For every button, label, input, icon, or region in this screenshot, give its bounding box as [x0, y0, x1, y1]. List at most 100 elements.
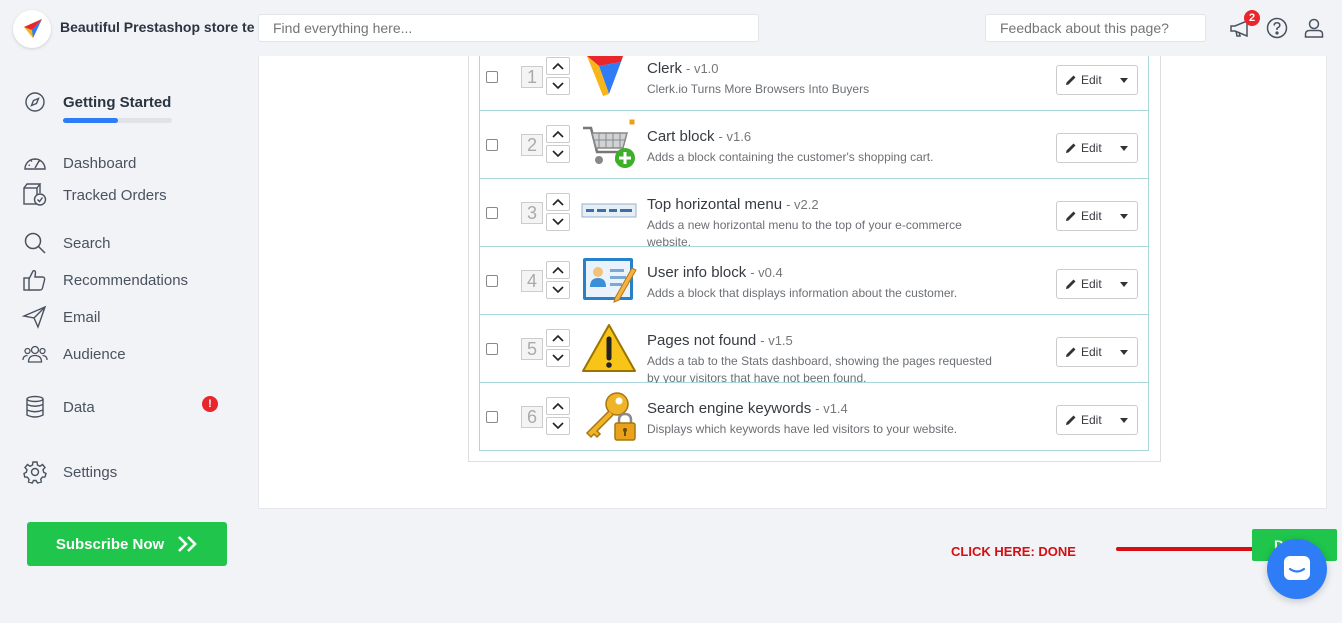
caret-down-icon[interactable] — [1120, 281, 1128, 287]
click-here-annotation: CLICK HERE: DONE — [951, 544, 1076, 559]
horizontal-menu-icon — [581, 203, 637, 218]
move-down-button[interactable] — [546, 281, 570, 299]
module-list: 1 Clerk - v1.0 Clerk.io Turns More Browse… — [479, 43, 1149, 451]
double-chevron-right-icon — [178, 536, 198, 552]
chevron-up-icon — [552, 402, 564, 410]
search-input-overlay[interactable] — [258, 14, 759, 42]
edit-button[interactable]: Edit — [1056, 65, 1138, 95]
move-up-button[interactable] — [546, 329, 570, 347]
move-down-button[interactable] — [546, 145, 570, 163]
edit-label: Edit — [1081, 345, 1102, 359]
user-profile-icon[interactable] — [1302, 16, 1326, 40]
sidebar: Getting Started Dashboard Tracked Orders… — [0, 56, 248, 623]
edit-button[interactable]: Edit — [1056, 337, 1138, 367]
edit-label: Edit — [1081, 413, 1102, 427]
edit-button[interactable]: Edit — [1056, 133, 1138, 163]
module-title: Pages not found - v1.5 — [647, 332, 793, 349]
store-name[interactable]: Beautiful Prestashop store te — [60, 19, 260, 35]
pencil-icon — [1066, 279, 1076, 289]
chevron-down-icon — [552, 150, 564, 158]
subscribe-label: Subscribe Now — [55, 535, 165, 553]
sidebar-item-search[interactable]: Search — [22, 230, 111, 256]
module-version: - v1.5 — [760, 333, 793, 348]
edit-button[interactable]: Edit — [1056, 405, 1138, 435]
sidebar-item-label: Getting Started — [63, 93, 172, 111]
module-row: 3 Top horizontal menu - v2.2 Adds a new h… — [479, 179, 1149, 249]
thumbs-up-icon — [23, 269, 46, 291]
module-checkbox[interactable] — [486, 139, 498, 151]
module-row: 6 Search engine keywords - v1.4 Displays … — [479, 383, 1149, 451]
pencil-icon — [1066, 211, 1076, 221]
user-card-icon — [583, 258, 637, 303]
paper-plane-icon — [22, 305, 47, 329]
module-checkbox[interactable] — [486, 207, 498, 219]
sidebar-item-label: Tracked Orders — [63, 186, 167, 204]
pencil-icon — [1066, 415, 1076, 425]
edit-label: Edit — [1081, 73, 1102, 87]
module-row: 2 Cart block - v1.6 Adds a block containi… — [479, 111, 1149, 179]
edit-button[interactable]: Edit — [1056, 269, 1138, 299]
module-row: 1 Clerk - v1.0 Clerk.io Turns More Browse… — [479, 43, 1149, 111]
module-title: User info block - v0.4 — [647, 264, 783, 281]
module-version: - v2.2 — [786, 197, 819, 212]
move-down-button[interactable] — [546, 417, 570, 435]
move-down-button[interactable] — [546, 77, 570, 95]
chat-launcher-button[interactable] — [1267, 539, 1327, 599]
module-title: Top horizontal menu - v2.2 — [647, 196, 819, 213]
sidebar-item-settings[interactable]: Settings — [22, 459, 117, 485]
move-up-button[interactable] — [546, 57, 570, 75]
module-checkbox[interactable] — [486, 275, 498, 287]
sidebar-item-tracked-orders[interactable]: Tracked Orders — [22, 182, 167, 208]
sidebar-item-label: Data — [63, 398, 95, 416]
help-icon[interactable] — [1265, 16, 1289, 40]
module-version: - v1.0 — [686, 61, 719, 76]
chevron-up-icon — [552, 198, 564, 206]
sidebar-item-email[interactable]: Email — [22, 304, 101, 330]
caret-down-icon[interactable] — [1120, 349, 1128, 355]
sidebar-item-audience[interactable]: Audience — [22, 341, 126, 367]
edit-button[interactable]: Edit — [1056, 201, 1138, 231]
gauge-icon — [24, 158, 46, 170]
sidebar-item-label: Audience — [63, 345, 126, 363]
move-up-button[interactable] — [546, 397, 570, 415]
cart-add-icon — [583, 118, 636, 168]
module-position: 4 — [521, 270, 543, 292]
module-position: 2 — [521, 134, 543, 156]
chevron-down-icon — [552, 82, 564, 90]
module-description: Adds a block containing the customer's s… — [647, 150, 934, 164]
chevron-up-icon — [552, 130, 564, 138]
module-checkbox[interactable] — [486, 71, 498, 83]
caret-down-icon[interactable] — [1120, 77, 1128, 83]
move-up-button[interactable] — [546, 261, 570, 279]
main-panel: 1 Clerk - v1.0 Clerk.io Turns More Browse… — [258, 43, 1327, 509]
module-description: Adds a tab to the Stats dashboard, showi… — [647, 354, 992, 385]
caret-down-icon[interactable] — [1120, 213, 1128, 219]
sidebar-item-dashboard[interactable]: Dashboard — [22, 150, 136, 176]
chevron-down-icon — [552, 422, 564, 430]
module-row: 4 User info block - v0.4 Adds a block tha… — [479, 247, 1149, 315]
module-description: Displays which keywords have led visitor… — [647, 422, 958, 436]
chevron-down-icon — [552, 218, 564, 226]
caret-down-icon[interactable] — [1120, 145, 1128, 151]
warning-icon — [582, 324, 636, 372]
move-up-button[interactable] — [546, 193, 570, 211]
module-checkbox[interactable] — [486, 343, 498, 355]
clerk-logo-icon[interactable] — [13, 10, 51, 48]
compass-icon — [25, 92, 45, 112]
sidebar-item-data[interactable]: Data — [22, 394, 95, 420]
module-checkbox[interactable] — [486, 411, 498, 423]
caret-down-icon[interactable] — [1120, 417, 1128, 423]
module-title: Clerk - v1.0 — [647, 60, 719, 77]
module-description: Adds a block that displays information a… — [647, 286, 958, 300]
move-up-button[interactable] — [546, 125, 570, 143]
move-down-button[interactable] — [546, 349, 570, 367]
feedback-input-overlay[interactable] — [985, 14, 1206, 42]
subscribe-now-button[interactable]: Subscribe Now — [27, 522, 227, 566]
module-row: 5 Pages not found - v1.5 Adds a tab to th… — [479, 315, 1149, 385]
sidebar-item-recommendations[interactable]: Recommendations — [22, 267, 188, 293]
module-version: - v1.6 — [718, 129, 752, 144]
move-down-button[interactable] — [546, 213, 570, 231]
sidebar-item-getting-started[interactable]: Getting Started — [22, 89, 171, 115]
key-lock-icon — [585, 392, 636, 441]
database-icon — [26, 395, 44, 418]
